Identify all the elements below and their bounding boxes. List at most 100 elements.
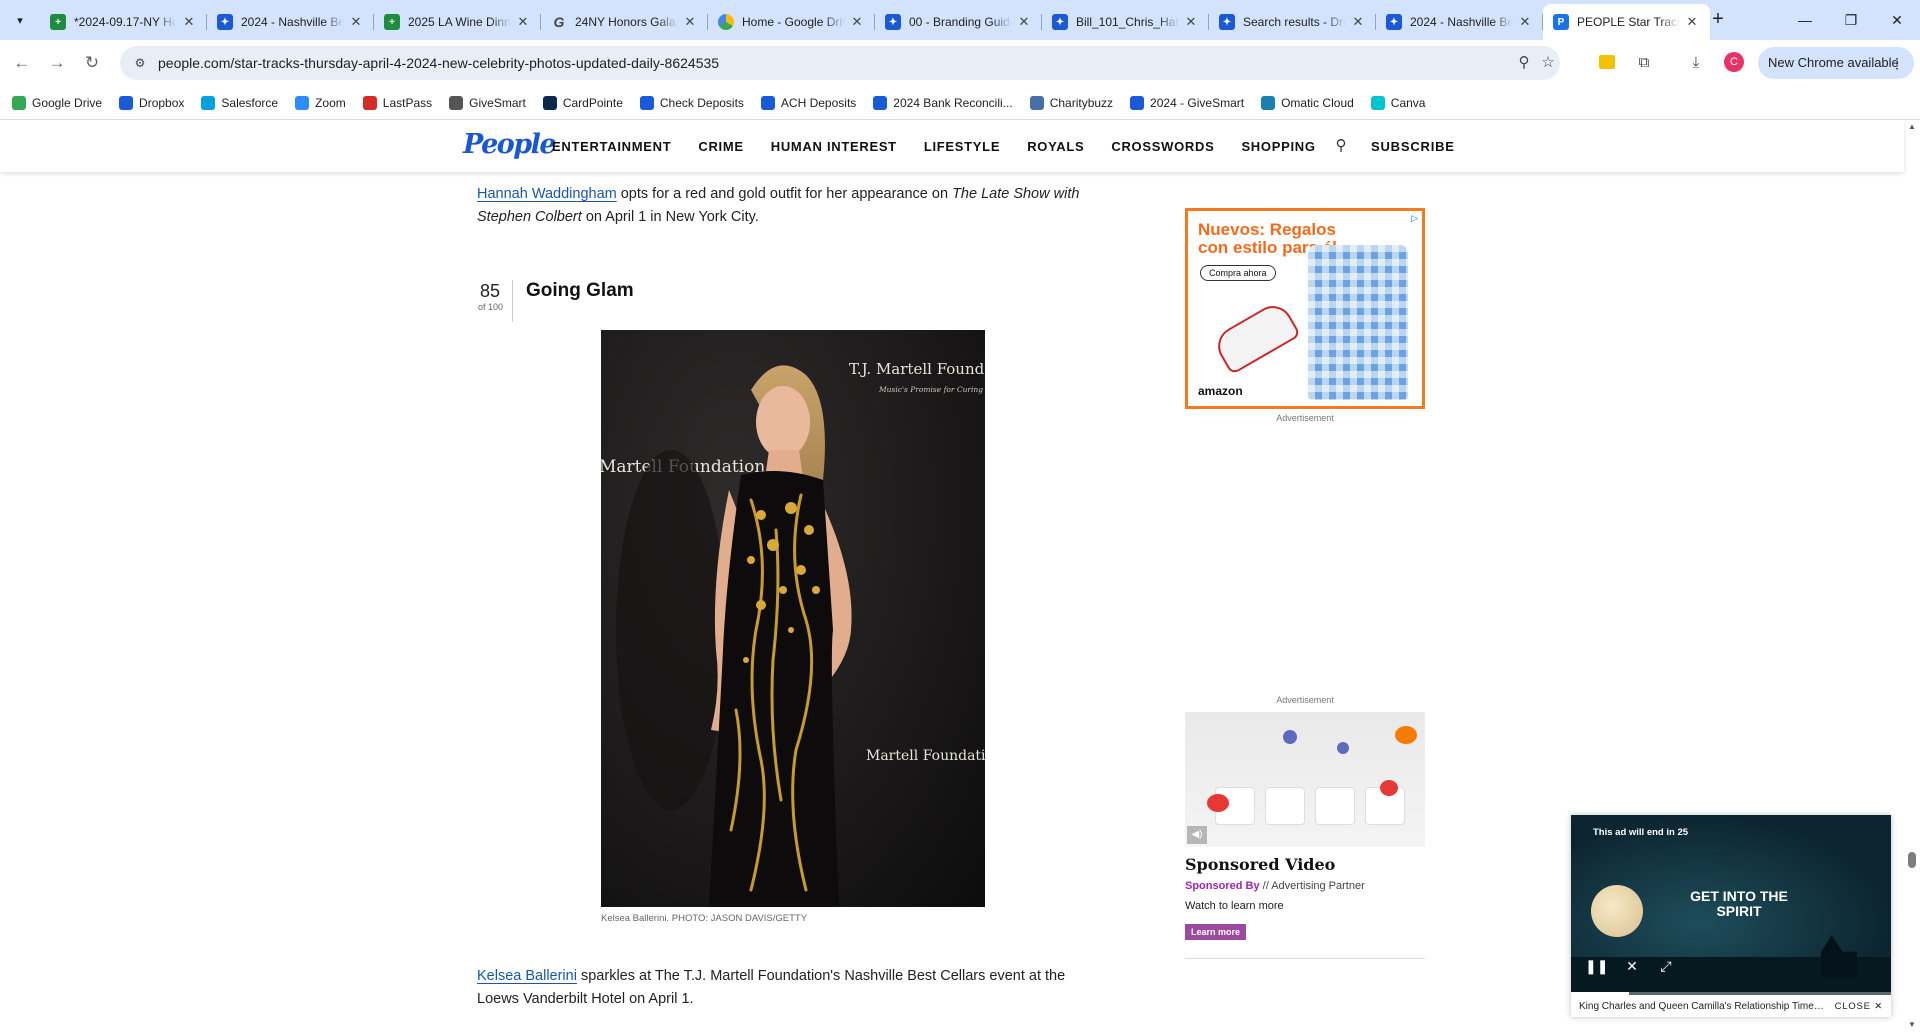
back-button[interactable]: ← xyxy=(8,49,36,77)
learn-more-button[interactable]: Learn more xyxy=(1185,924,1247,940)
zoom-icon[interactable]: ⚲ xyxy=(1514,53,1534,73)
close-icon[interactable]: ✕ xyxy=(1350,14,1366,30)
mute-icon[interactable]: ✕ xyxy=(1621,955,1643,977)
nav-link[interactable]: LIFESTYLE xyxy=(924,139,1000,154)
browser-tab[interactable]: ✦ 00 - Branding Guide ✕ xyxy=(875,4,1042,40)
video-headline: GET INTO THE SPIRIT xyxy=(1690,888,1788,919)
pause-icon[interactable]: ❚❚ xyxy=(1585,955,1608,977)
browser-tab[interactable]: ✦ Search results - Dropbox ✕ xyxy=(1209,4,1376,40)
minimize-button[interactable]: — xyxy=(1782,6,1828,34)
browser-tab[interactable]: +2025 LA Wine Dinner ✕ xyxy=(374,4,541,40)
bookmark-item[interactable]: Omatic Cloud xyxy=(1261,95,1354,110)
scroll-up-arrow[interactable]: ▲ xyxy=(1904,120,1920,134)
scroll-down-arrow[interactable]: ▼ xyxy=(1904,1018,1920,1032)
page-scrollbar[interactable]: ▲ ▼ xyxy=(1904,120,1920,1032)
bookmark-item[interactable]: Check Deposits xyxy=(639,95,744,110)
browser-tab[interactable]: ✦ 2024 - Nashville Best ✕ xyxy=(1376,4,1543,40)
fruit xyxy=(1207,794,1229,812)
close-window-button[interactable]: ✕ xyxy=(1874,6,1920,34)
adchoices-icon[interactable]: ▷ xyxy=(1411,213,1418,224)
sticky-video-player[interactable]: This ad will end in 25 GET INTO THE SPIR… xyxy=(1571,815,1891,1017)
video-title[interactable]: King Charles and Queen Camilla's Relatio… xyxy=(1579,1001,1825,1012)
chevron-down-icon: ▾ xyxy=(17,14,23,27)
bookmark-label: Salesforce xyxy=(221,95,279,110)
browser-tab[interactable]: + *2024-09.17-NY Honors ✕ xyxy=(40,4,207,40)
scrollbar-thumb[interactable] xyxy=(1908,852,1916,868)
caption-text: opts for a red and gold outfit for her a… xyxy=(616,186,953,202)
nav-link[interactable]: CRIME xyxy=(698,139,743,154)
nav-link[interactable]: ENTERTAINMENT xyxy=(552,139,671,154)
bookmark-item[interactable]: Salesforce xyxy=(201,95,279,110)
bookmark-item[interactable]: Google Drive xyxy=(12,95,102,110)
browser-tab[interactable]: P PEOPLE Star Tracks ✕ xyxy=(1543,4,1710,40)
bookmark-item[interactable]: Canva xyxy=(1370,95,1425,110)
sponsor-name: // Advertising Partner xyxy=(1262,880,1365,892)
bookmark-item[interactable]: Dropbox xyxy=(119,95,184,110)
bookmark-item[interactable]: ACH Deposits xyxy=(760,95,856,110)
video-screen[interactable]: This ad will end in 25 GET INTO THE SPIR… xyxy=(1571,815,1891,995)
download-icon[interactable]: ⤓ xyxy=(1684,51,1708,75)
dropbox-icon: ✦ xyxy=(1052,14,1068,30)
expand-icon[interactable]: ⤢ xyxy=(1655,955,1677,977)
browser-tab[interactable]: G 24NY Honors Gala ✕ xyxy=(541,4,708,40)
tab-search-button[interactable]: ▾ xyxy=(8,8,32,32)
bookmark-star-icon[interactable]: ☆ xyxy=(1538,53,1558,73)
new-tab-button[interactable]: + xyxy=(1704,8,1732,32)
restore-button[interactable]: ❐ xyxy=(1828,6,1874,34)
close-video-button[interactable]: CLOSE ✕ xyxy=(1835,1001,1883,1012)
tab-title: 00 - Branding Guide xyxy=(909,15,1012,29)
close-icon[interactable]: ✕ xyxy=(682,14,698,30)
bookmark-item[interactable]: Charitybuzz xyxy=(1029,95,1113,110)
divider xyxy=(1185,958,1425,959)
reload-button[interactable]: ↻ xyxy=(78,49,106,77)
site-info-icon[interactable]: ⚙ xyxy=(132,55,148,71)
browser-tab[interactable]: Home - Google Drive ✕ xyxy=(708,4,875,40)
bookmark-item[interactable]: Zoom xyxy=(295,95,346,110)
close-icon[interactable]: ✕ xyxy=(1183,14,1199,30)
bookmark-item[interactable]: GiveSmart xyxy=(449,95,526,110)
new-chrome-available-button[interactable]: New Chrome available ⋮ xyxy=(1758,47,1914,79)
browser-tab[interactable]: ✦ 2024 - Nashville Best ✕ xyxy=(207,4,374,40)
bookmark-item[interactable]: LastPass xyxy=(362,95,432,110)
kelsea-ballerini-link[interactable]: Kelsea Ballerini xyxy=(477,968,577,984)
close-icon[interactable]: ✕ xyxy=(348,14,364,30)
nav-link[interactable]: HUMAN INTEREST xyxy=(771,139,897,154)
amazon-ad[interactable]: Nuevos: Regalos con estilo para él Compr… xyxy=(1185,208,1425,409)
nav-link[interactable]: SHOPPING xyxy=(1241,139,1315,154)
sheets-icon: + xyxy=(50,14,66,30)
url-text[interactable]: people.com/star-tracks-thursday-april-4-… xyxy=(158,55,719,71)
hannah-waddingham-link[interactable]: Hannah Waddingham xyxy=(477,186,617,202)
mute-icon[interactable]: ◀) xyxy=(1187,826,1207,844)
close-icon[interactable]: ✕ xyxy=(1684,14,1700,30)
search-icon[interactable]: ⚲ xyxy=(1331,136,1351,156)
fruit xyxy=(1395,726,1417,744)
close-icon[interactable]: ✕ xyxy=(1517,14,1533,30)
close-icon[interactable]: ✕ xyxy=(515,14,531,30)
sponsored-video-thumbnail[interactable]: ◀) xyxy=(1185,712,1425,847)
bookmark-item[interactable]: 2024 Bank Reconcili... xyxy=(873,95,1013,110)
article-photo[interactable]: T.J. Martell Foundation Music's Promise … xyxy=(601,330,985,907)
forward-button[interactable]: → xyxy=(43,49,71,77)
close-icon[interactable]: ✕ xyxy=(181,14,197,30)
bookmark-item[interactable]: CardPointe xyxy=(542,95,623,110)
browser-tab[interactable]: ✦ Bill_101_Chris_Hat ✕ xyxy=(1042,4,1209,40)
bookmark-label: Zoom xyxy=(315,95,346,110)
caption-text: on April 1 in New York City. xyxy=(581,209,759,225)
nav-link[interactable]: ROYALS xyxy=(1027,139,1084,154)
backdrop-text: Music's Promise for Curing Cancer xyxy=(878,385,985,394)
address-bar[interactable]: ⚙ people.com/star-tracks-thursday-april-… xyxy=(120,46,1560,80)
close-icon[interactable]: ✕ xyxy=(1016,14,1032,30)
people-logo[interactable]: People xyxy=(463,129,557,160)
ad-cta-button[interactable]: Compra ahora xyxy=(1200,265,1276,281)
nav-link[interactable]: CROSSWORDS xyxy=(1111,139,1214,154)
close-icon[interactable]: ✕ xyxy=(849,14,865,30)
backdrop-text: T.J. Martell Foundation xyxy=(849,360,985,378)
profile-avatar[interactable]: C xyxy=(1724,52,1744,72)
bookmark-item[interactable]: 2024 - GiveSmart xyxy=(1130,95,1244,110)
site-header: People ENTERTAINMENT CRIME HUMAN INTEREST L… xyxy=(0,120,1904,172)
subscribe-link[interactable]: SUBSCRIBE xyxy=(1371,139,1455,154)
drive-icon xyxy=(718,14,734,30)
extension-icon[interactable] xyxy=(1599,55,1615,69)
extensions-puzzle-icon[interactable]: ⧉ xyxy=(1632,51,1656,75)
moon-graphic xyxy=(1591,885,1643,937)
